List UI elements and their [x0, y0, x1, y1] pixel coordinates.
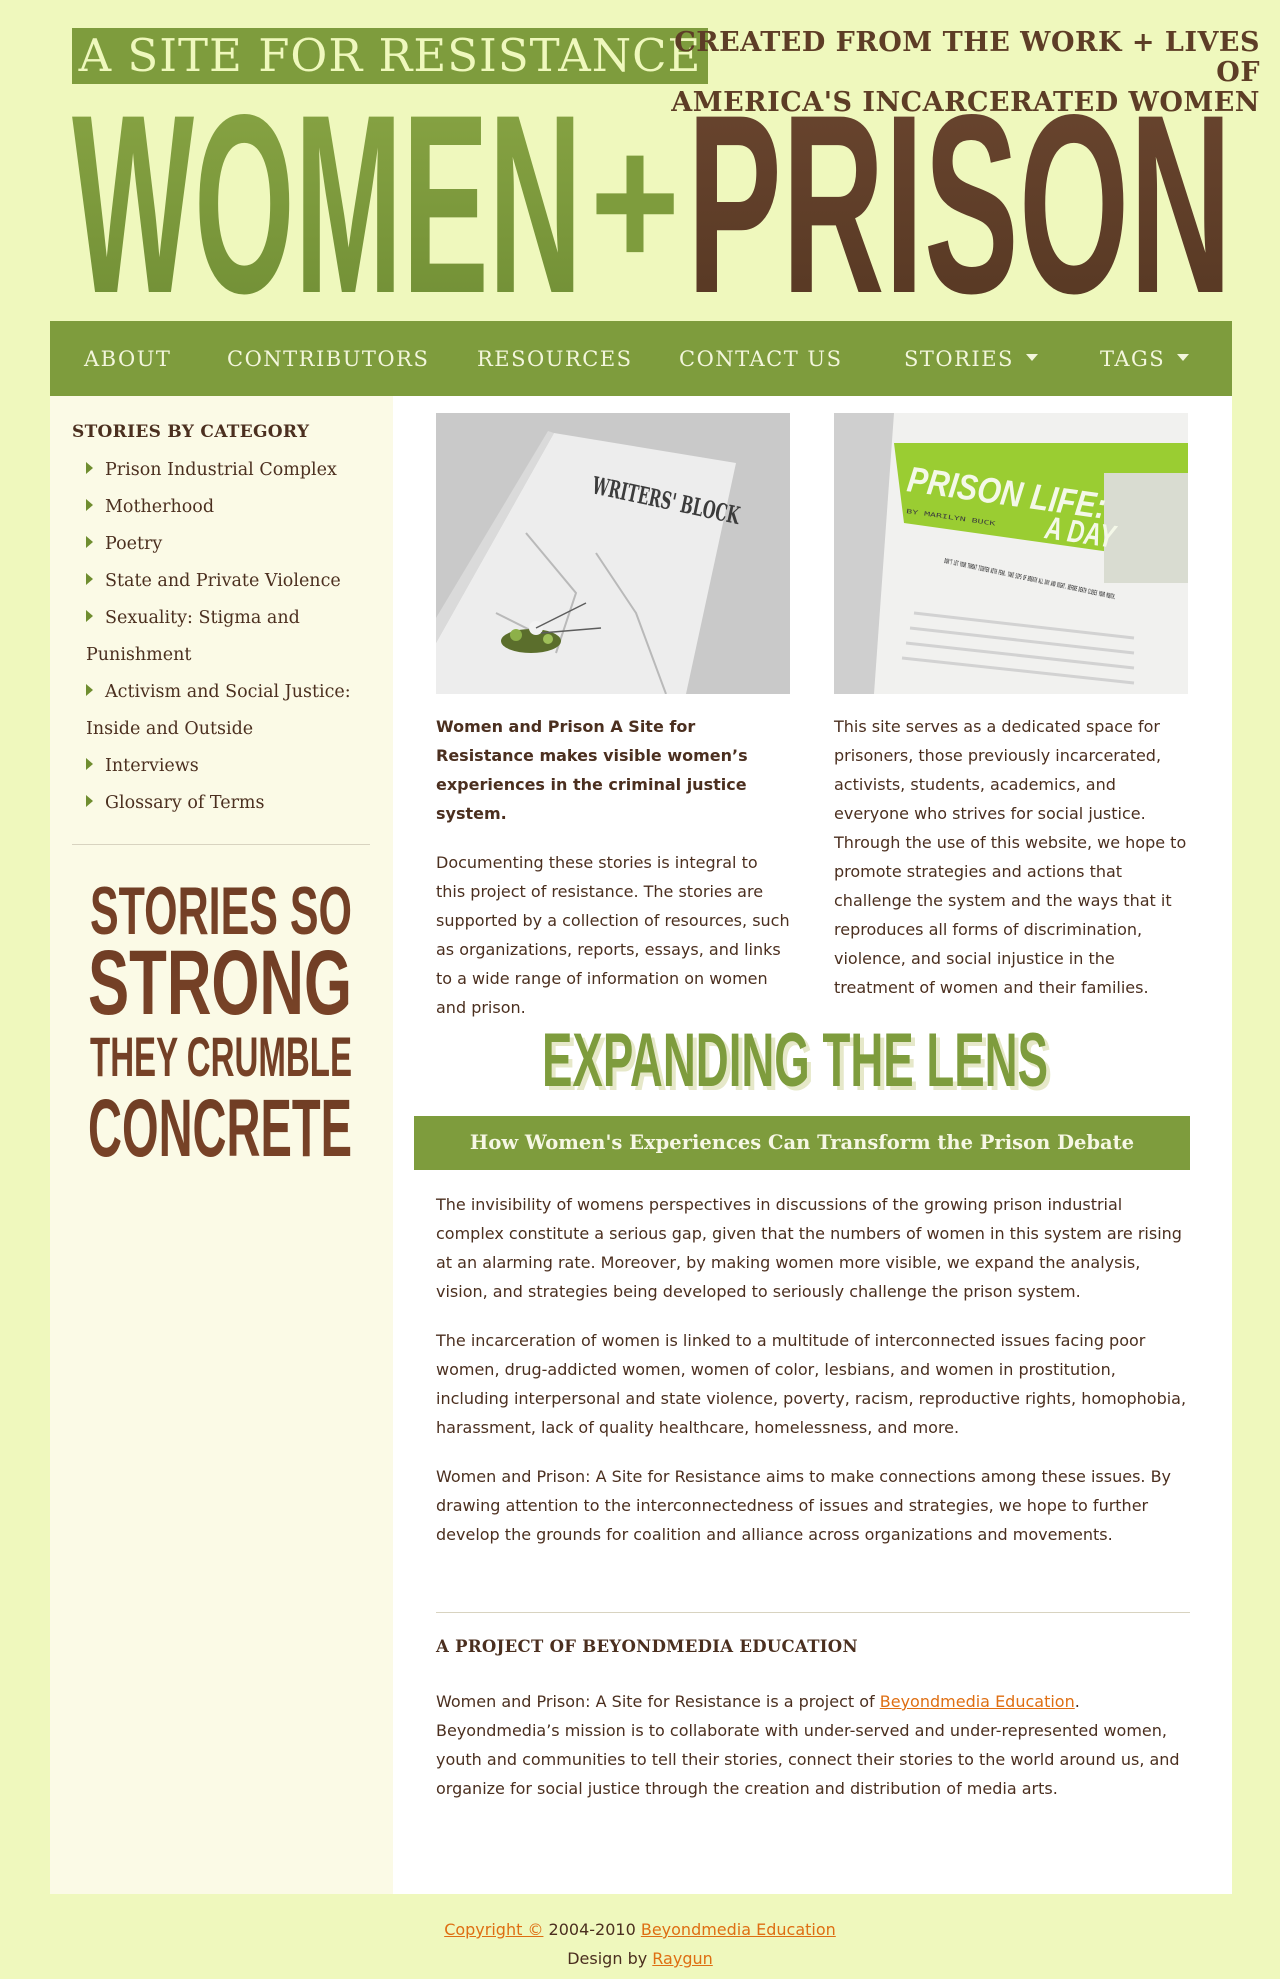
project-heading: A PROJECT OF BEYONDMEDIA EDUCATION	[436, 1637, 858, 1656]
footer: Copyright © 2004-2010 Beyondmedia Educat…	[0, 1915, 1280, 1973]
category-item[interactable]: Activism and Social Justice: Inside and …	[86, 674, 366, 748]
sidebar: STORIES BY CATEGORY Prison Industrial Co…	[50, 396, 393, 1894]
main-content: WRITERS' BLOCK PRISON LIFE: A DAY BY M	[393, 396, 1232, 1894]
lens-body: The invisibility of womens perspectives …	[436, 1190, 1192, 1569]
stories-slogan-graphic: STORIES SO STRONG THEY CRUMBLE CONCRETE	[88, 874, 354, 1164]
chevron-down-icon	[1025, 354, 1038, 361]
prison-life-thumbnail[interactable]: PRISON LIFE: A DAY BY MARILYN BUCK DON'T…	[834, 413, 1188, 694]
sidebar-divider	[72, 844, 370, 845]
wordmark-women: WOMEN	[72, 92, 582, 302]
nav-stories-label: STORIES	[904, 347, 1014, 371]
sidebar-heading: STORIES BY CATEGORY	[72, 422, 310, 442]
category-item[interactable]: Interviews	[86, 748, 366, 785]
category-item[interactable]: Sexuality: Stigma and Punishment	[86, 600, 366, 674]
design-by-label: Design by	[567, 1949, 653, 1968]
lens-title-text: EXPANDING THE LENS	[542, 1018, 1048, 1096]
caret-right-icon	[86, 758, 93, 770]
caret-right-icon	[86, 610, 93, 622]
copyright-years: 2004-2010	[543, 1920, 641, 1939]
caret-right-icon	[86, 462, 93, 474]
category-label: Glossary of Terms	[105, 793, 265, 813]
footer-beyondmedia-link[interactable]: Beyondmedia Education	[641, 1920, 836, 1939]
slogan-line-4: CONCRETE	[88, 1083, 352, 1164]
purpose-column: This site serves as a dedicated space fo…	[834, 712, 1188, 1022]
category-item[interactable]: Poetry	[86, 526, 366, 563]
section-divider	[436, 1612, 1190, 1613]
site-logo-wordmark[interactable]: WOMEN + PRISON	[72, 92, 1232, 302]
design-credit-line: Design by Raygun	[0, 1944, 1280, 1973]
category-label: State and Private Violence	[105, 571, 341, 591]
category-label: Motherhood	[105, 497, 215, 517]
project-text-before: Women and Prison: A Site for Resistance …	[436, 1692, 880, 1711]
nav-stories-dropdown[interactable]: STORIES	[904, 347, 1038, 371]
slogan-line-3: THEY CRUMBLE	[90, 1025, 352, 1088]
beyondmedia-link[interactable]: Beyondmedia Education	[880, 1692, 1075, 1711]
category-item[interactable]: Prison Industrial Complex	[86, 452, 366, 489]
nav-contributors-label: CONTRIBUTORS	[227, 347, 430, 371]
caret-right-icon	[86, 536, 93, 548]
intro-column: Women and Prison A Site for Resistance m…	[436, 712, 790, 1042]
nav-tags-dropdown[interactable]: TAGS	[1100, 347, 1190, 371]
body-paragraph: Women and Prison: A Site for Resistance …	[436, 1467, 1172, 1544]
nav-contact-us[interactable]: CONTACT US	[679, 347, 843, 371]
nav-about[interactable]: ABOUT	[84, 347, 171, 371]
caret-right-icon	[86, 684, 93, 696]
masthead: A SITE FOR RESISTANCE CREATED FROM THE W…	[50, 0, 1260, 320]
slogan-line-2: STRONG	[88, 932, 352, 1034]
category-label: Interviews	[105, 756, 199, 776]
section-subtitle-banner: How Women's Experiences Can Transform th…	[414, 1116, 1190, 1170]
main-nav: ABOUT CONTRIBUTORS RESOURCES CONTACT US …	[50, 321, 1232, 396]
caret-right-icon	[86, 795, 93, 807]
purpose-text: This site serves as a dedicated space fo…	[834, 717, 1187, 997]
site-tagline: A SITE FOR RESISTANCE	[72, 28, 708, 84]
category-item[interactable]: State and Private Violence	[86, 563, 366, 600]
nav-contributors[interactable]: CONTRIBUTORS	[227, 347, 429, 371]
section-title-expanding-the-lens: EXPANDING THE LENS EXPANDING THE LENS	[393, 1016, 1232, 1096]
intro-text: Documenting these stories is integral to…	[436, 853, 790, 1017]
created-line-1: CREATED FROM THE WORK + LIVES OF	[674, 27, 1260, 88]
wordmark-plus: +	[590, 96, 680, 302]
category-list: Prison Industrial Complex Motherhood Poe…	[86, 452, 366, 822]
body-paragraph: The invisibility of womens perspectives …	[436, 1195, 1182, 1301]
wordmark-prison: PRISON	[687, 92, 1232, 302]
project-description: Women and Prison: A Site for Resistance …	[436, 1687, 1192, 1803]
category-item[interactable]: Glossary of Terms	[86, 785, 366, 822]
category-label: Sexuality: Stigma and Punishment	[86, 608, 300, 665]
nav-tags-label: TAGS	[1100, 347, 1166, 371]
content-area: STORIES BY CATEGORY Prison Industrial Co…	[50, 396, 1232, 1894]
nav-resources[interactable]: RESOURCES	[477, 347, 633, 371]
category-item[interactable]: Motherhood	[86, 489, 366, 526]
chevron-down-icon	[1177, 354, 1190, 361]
copyright-line: Copyright © 2004-2010 Beyondmedia Educat…	[0, 1915, 1280, 1944]
raygun-link[interactable]: Raygun	[652, 1949, 712, 1968]
nav-about-label: ABOUT	[84, 347, 172, 371]
body-paragraph: The incarceration of women is linked to …	[436, 1331, 1187, 1437]
category-label: Prison Industrial Complex	[105, 460, 337, 480]
category-label: Poetry	[105, 534, 163, 554]
caret-right-icon	[86, 499, 93, 511]
category-label: Activism and Social Justice: Inside and …	[86, 682, 351, 739]
writers-block-thumbnail[interactable]: WRITERS' BLOCK	[436, 413, 790, 694]
nav-resources-label: RESOURCES	[477, 347, 633, 371]
intro-lead: Women and Prison A Site for Resistance m…	[436, 717, 748, 823]
copyright-link[interactable]: Copyright ©	[444, 1920, 543, 1939]
nav-contact-us-label: CONTACT US	[679, 347, 843, 371]
caret-right-icon	[86, 573, 93, 585]
